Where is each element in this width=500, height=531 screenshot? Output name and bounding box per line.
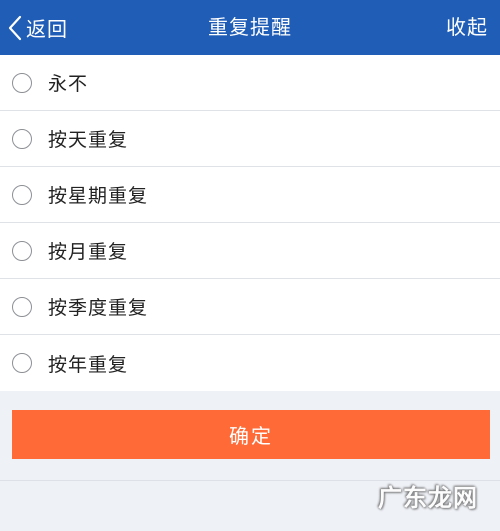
- option-yearly[interactable]: 按年重复: [0, 335, 500, 391]
- nav-bar: 返回 重复提醒 收起: [0, 0, 500, 55]
- option-label: 按月重复: [48, 241, 129, 263]
- repeat-options-list: 永不 按天重复 按星期重复 按月重复 按季度重复 按年重复: [0, 55, 500, 391]
- radio-icon[interactable]: [12, 296, 32, 317]
- option-label: 永不: [48, 73, 89, 95]
- option-never[interactable]: 永不: [0, 55, 500, 111]
- watermark-logo: 广东龙网: [378, 484, 478, 512]
- radio-icon[interactable]: [12, 184, 32, 205]
- option-weekly[interactable]: 按星期重复: [0, 167, 500, 223]
- option-label: 按星期重复: [48, 185, 149, 207]
- option-label: 按年重复: [48, 353, 129, 376]
- option-monthly[interactable]: 按月重复: [0, 223, 500, 279]
- repeat-reminder-screen: 返回 重复提醒 收起 永不 按天重复 按星期重复 按月重复 按季度重复 按年重复: [0, 0, 500, 531]
- option-daily[interactable]: 按天重复: [0, 111, 500, 167]
- page-title: 重复提醒: [208, 15, 292, 39]
- confirm-button[interactable]: 确定: [12, 410, 490, 459]
- option-quarterly[interactable]: 按季度重复: [0, 279, 500, 335]
- radio-icon[interactable]: [12, 240, 32, 261]
- option-label: 按天重复: [48, 129, 129, 151]
- radio-icon[interactable]: [12, 128, 32, 149]
- collapse-button[interactable]: 收起: [446, 0, 488, 55]
- radio-icon[interactable]: [12, 72, 32, 93]
- radio-icon[interactable]: [12, 353, 32, 373]
- option-label: 按季度重复: [48, 297, 149, 319]
